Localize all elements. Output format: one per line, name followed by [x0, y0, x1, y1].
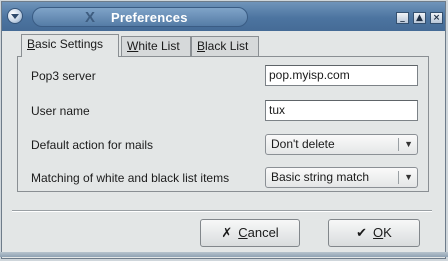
app-x-icon: X	[85, 9, 96, 26]
window-bottom-edge	[0, 252, 448, 257]
combo-separator	[398, 138, 399, 151]
tab-label: hite List	[138, 39, 180, 53]
window-title: Preferences	[111, 10, 188, 25]
cancel-icon: ✗	[221, 225, 233, 240]
dropdown-arrow-icon: ▼	[404, 139, 413, 149]
pop3-server-field[interactable]: pop.myisp.com	[265, 65, 418, 86]
tab-mnemonic: B	[27, 37, 36, 51]
tab-black-list[interactable]: Black List	[191, 36, 259, 57]
title-pill: X Preferences	[32, 7, 248, 27]
pop3-server-label: Pop3 server	[31, 69, 96, 83]
matching-label: Matching of white and black list items	[31, 171, 230, 185]
ok-icon: ✔	[356, 225, 368, 240]
minimize-button[interactable]: _	[396, 12, 409, 24]
ok-label: K	[383, 225, 392, 240]
matching-select[interactable]: Basic string match ▼	[265, 167, 418, 188]
username-label: User name	[31, 104, 90, 118]
tab-basic-settings[interactable]: Basic Settings	[21, 34, 119, 57]
matching-value: Basic string match	[271, 170, 370, 184]
tab-label: asic Settings	[35, 37, 104, 51]
title-bar[interactable]: X Preferences _ ▲ ×	[2, 2, 445, 31]
button-divider	[12, 210, 432, 212]
username-field[interactable]: tux	[265, 100, 418, 121]
default-action-value: Don't delete	[271, 137, 335, 151]
dropdown-arrow-icon: ▼	[404, 172, 413, 182]
ok-button[interactable]: ✔ OK	[328, 219, 420, 247]
cancel-button[interactable]: ✗ Cancel	[200, 219, 300, 247]
tab-label: lack List	[205, 39, 249, 53]
maximize-button[interactable]: ▲	[413, 12, 426, 24]
ok-mnemonic: O	[373, 225, 384, 240]
default-action-select[interactable]: Don't delete ▼	[265, 134, 418, 155]
cancel-label: ancel	[247, 225, 279, 240]
combo-separator	[398, 171, 399, 184]
tab-white-list[interactable]: White List	[121, 36, 191, 57]
default-action-label: Default action for mails	[31, 138, 154, 152]
tab-mnemonic: B	[197, 39, 206, 53]
close-button[interactable]: ×	[430, 12, 443, 24]
cancel-mnemonic: C	[238, 225, 248, 240]
window-menu-icon[interactable]	[7, 8, 23, 24]
tab-mnemonic: W	[127, 39, 139, 53]
